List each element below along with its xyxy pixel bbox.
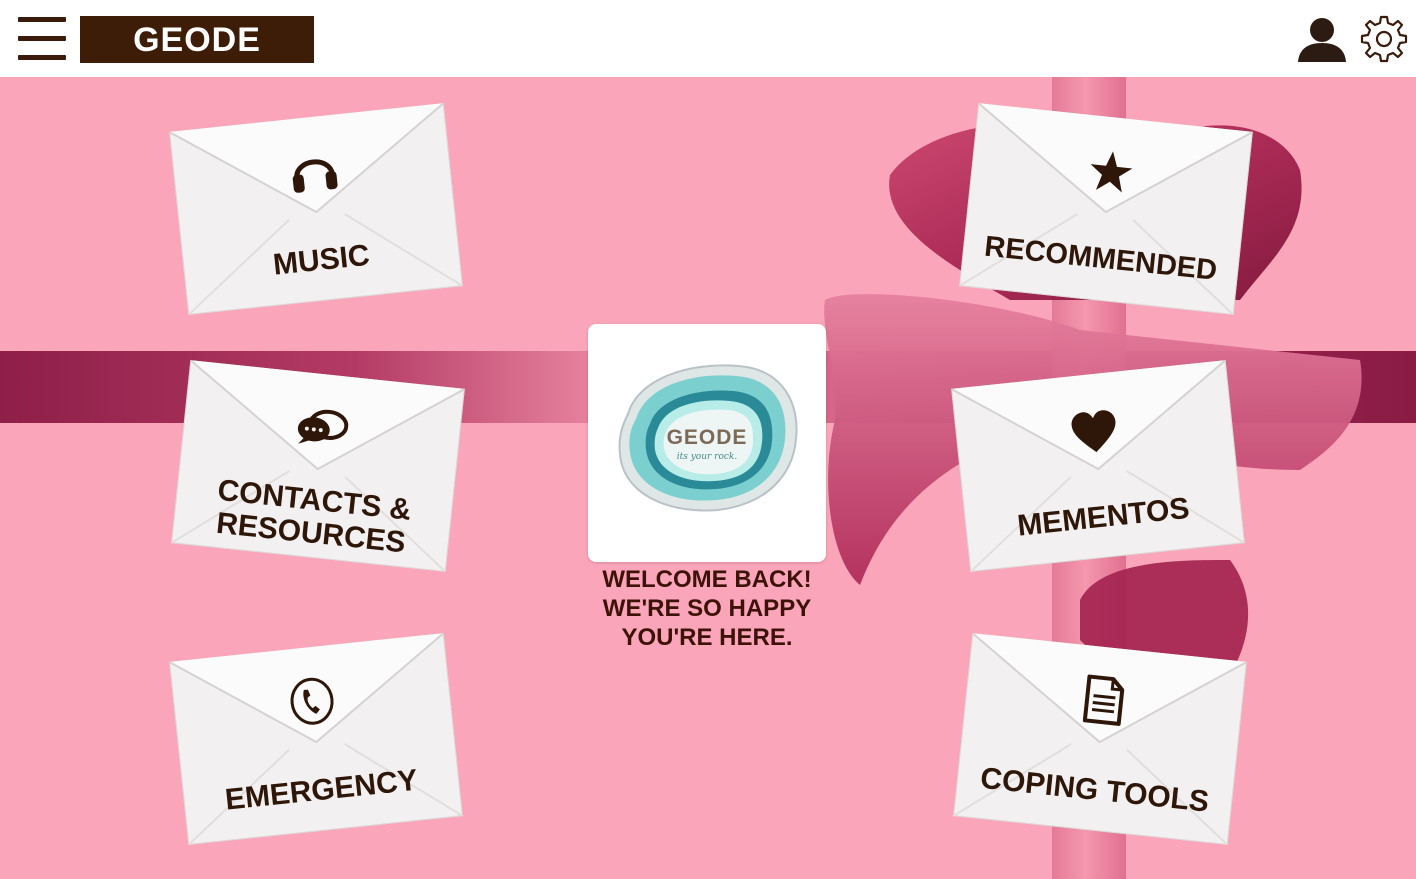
star-icon: [1090, 151, 1133, 193]
hamburger-menu-icon[interactable]: [18, 17, 66, 61]
menu-line: [18, 55, 66, 60]
recommended-tile[interactable]: RECOMMENDED: [959, 103, 1253, 315]
user-profile-icon[interactable]: [1296, 16, 1348, 62]
welcome-message: WELCOME BACK! WE'RE SO HAPPY YOU'RE HERE…: [560, 565, 854, 652]
welcome-line-1: WELCOME BACK!: [602, 566, 812, 593]
geode-logo-card[interactable]: GEODE its your rock.: [588, 324, 826, 562]
phone-icon: [290, 677, 334, 725]
logo-tagline: its your rock.: [676, 452, 738, 462]
logo-wordmark: GEODE: [666, 426, 748, 449]
document-icon: [1082, 674, 1125, 726]
welcome-line-3: YOU'RE HERE.: [621, 624, 793, 651]
emergency-tile[interactable]: EMERGENCY: [169, 633, 463, 845]
music-tile[interactable]: MUSIC: [169, 103, 463, 315]
top-bar: GEODE: [0, 0, 1416, 77]
mementos-tile[interactable]: MEMENTOS: [951, 360, 1245, 572]
headphones-icon: [292, 159, 338, 193]
menu-line: [18, 17, 66, 22]
brand-logo[interactable]: GEODE: [80, 16, 314, 63]
menu-line: [18, 36, 66, 41]
coping-tools-tile[interactable]: COPING TOOLS: [953, 633, 1247, 845]
contacts-resources-tile[interactable]: CONTACTS & RESOURCES: [171, 360, 465, 572]
heart-icon: [1071, 410, 1116, 453]
welcome-line-2: WE'RE SO HAPPY: [602, 595, 812, 622]
chat-bubbles-icon: [297, 409, 349, 444]
gear-icon[interactable]: [1359, 14, 1409, 64]
